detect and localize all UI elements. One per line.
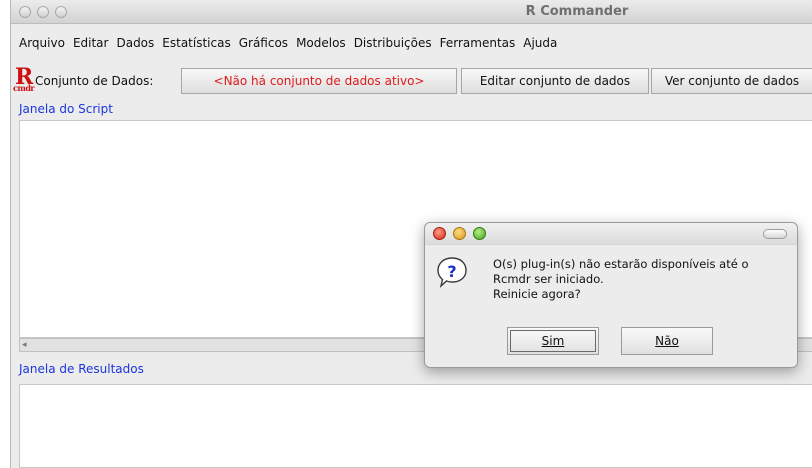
restart-dialog: ? O(s) plug-in(s) não estarão disponívei… <box>424 222 798 368</box>
menu-estatisticas[interactable]: Estatísticas <box>162 36 230 58</box>
dialog-title-bar[interactable] <box>425 223 797 245</box>
title-bar[interactable]: R Commander <box>11 0 812 24</box>
dialog-minimize-button[interactable] <box>453 227 466 240</box>
no-button-label: Não <box>655 334 679 348</box>
question-icon: ? <box>437 257 467 289</box>
scroll-left-arrow-icon[interactable]: ◂ <box>22 339 27 351</box>
dialog-maximize-button[interactable] <box>473 227 486 240</box>
dialog-toolbar-toggle[interactable] <box>763 229 787 239</box>
menu-graficos[interactable]: Gráficos <box>239 36 288 58</box>
window-title: R Commander <box>525 4 629 19</box>
rcmdr-logo: R cmdr <box>13 64 37 96</box>
menu-modelos[interactable]: Modelos <box>296 36 346 58</box>
active-dataset-button[interactable]: <Não há conjunto de dados ativo> <box>181 68 457 94</box>
dialog-message: O(s) plug-in(s) não estarão disponíveis … <box>493 257 749 301</box>
menu-distribuicoes[interactable]: Distribuições <box>354 36 432 58</box>
toolbar: R cmdr Conjunto de Dados: <Não há conjun… <box>11 64 812 98</box>
menu-dados[interactable]: Dados <box>116 36 154 58</box>
results-window-label: Janela de Resultados <box>19 362 144 376</box>
view-dataset-button[interactable]: Ver conjunto de dados <box>651 68 812 94</box>
menu-ajuda[interactable]: Ajuda <box>523 36 557 58</box>
dialog-close-button[interactable] <box>433 227 446 240</box>
logo-subtext: cmdr <box>13 83 35 93</box>
no-button[interactable]: Não <box>621 327 713 355</box>
menu-ferramentas[interactable]: Ferramentas <box>440 36 516 58</box>
menu-arquivo[interactable]: Arquivo <box>19 36 65 58</box>
dataset-label: Conjunto de Dados: <box>35 74 154 88</box>
results-textarea[interactable] <box>19 384 812 468</box>
menu-bar: Arquivo Editar Dados Estatísticas Gráfic… <box>11 36 565 58</box>
edit-dataset-button[interactable]: Editar conjunto de dados <box>461 68 649 94</box>
yes-button[interactable]: Sim <box>507 327 599 355</box>
script-window-label: Janela do Script <box>19 102 113 116</box>
menu-editar[interactable]: Editar <box>73 36 109 58</box>
svg-text:?: ? <box>447 262 456 281</box>
yes-button-label: Sim <box>541 334 565 348</box>
